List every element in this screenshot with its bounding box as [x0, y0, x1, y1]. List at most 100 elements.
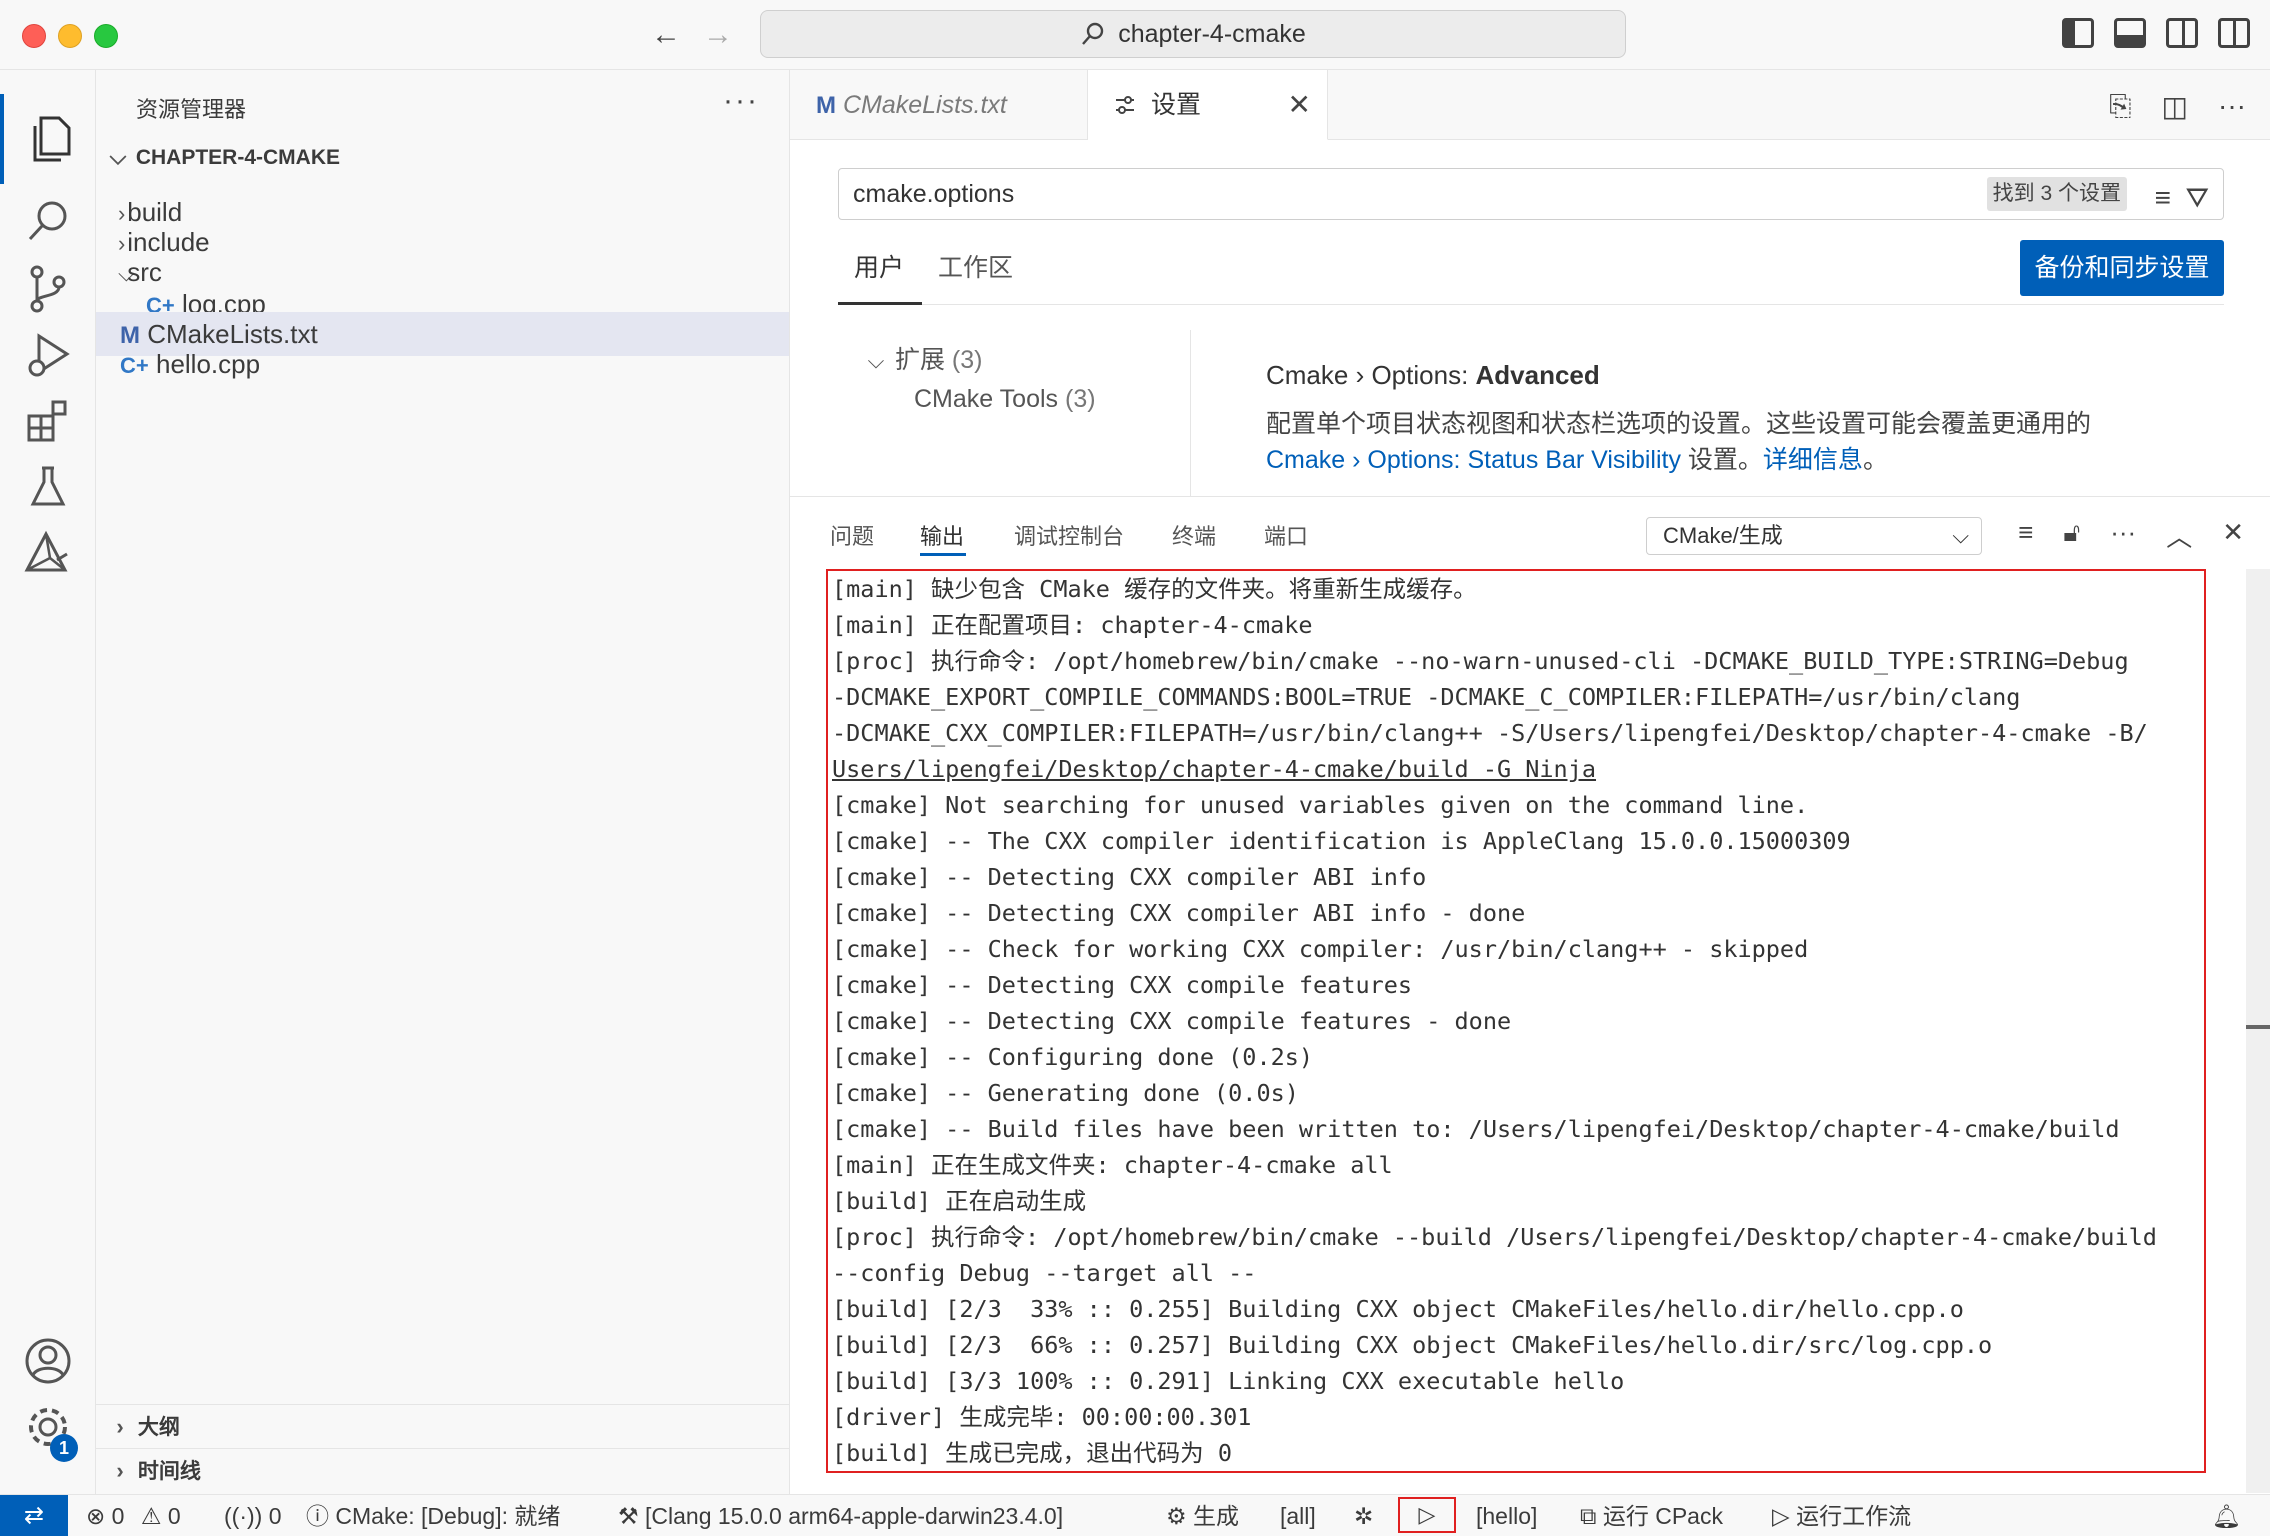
search-result-count: 找到 3 个设置 [1986, 177, 2127, 211]
zoom-window-button[interactable] [94, 24, 118, 48]
panel-actions: ≡ 🔓︎ ··· ︿ ✕ [2018, 517, 2244, 554]
setting-title: Cmake › Options: Advanced [1266, 360, 1600, 391]
output-channel-select[interactable]: CMake/生成 ⌵ [1646, 517, 1982, 555]
backup-sync-button[interactable]: 备份和同步设置 [2020, 240, 2224, 296]
chevron-right-icon: › [116, 1458, 124, 1483]
toggle-primary-sidebar-icon[interactable] [2062, 18, 2094, 48]
setting-desc-text: 配置单个项目状态视图和状态栏选项的设置。这些设置可能会覆盖更通用的 [1266, 410, 2092, 438]
tab-output[interactable]: 输出 [920, 519, 964, 551]
toc-extensions-group[interactable]: ⌵ 扩展 (3) [864, 340, 983, 376]
build-target[interactable]: [all] [1280, 1495, 1316, 1536]
scope-tab-user[interactable]: 用户 [854, 248, 904, 284]
maximize-panel-icon[interactable]: ︿ [2166, 517, 2192, 554]
manage-gear-icon[interactable]: 1 [0, 1382, 96, 1472]
remote-indicator-icon[interactable]: ⇄ [0, 1495, 68, 1536]
output-log[interactable]: [main] 缺少包含 CMake 缓存的文件夹。将重新生成缓存。 [main]… [826, 569, 2206, 1473]
close-panel-icon[interactable]: ✕ [2222, 517, 2244, 554]
output-scrollbar[interactable] [2246, 569, 2270, 1493]
tools-icon: ⚒ [618, 1503, 639, 1529]
toc-cmake-tools[interactable]: CMake Tools (3) [914, 385, 1096, 414]
settings-search-value: cmake.options [853, 180, 1015, 208]
tab-cmakelists[interactable]: M CMakeLists.txt [790, 70, 1088, 140]
cpp-file-icon: C+ [120, 353, 149, 378]
setting-description: 配置单个项目状态视图和状态栏选项的设置。这些设置可能会覆盖更通用的 Cmake … [1266, 406, 2206, 478]
cmake-build[interactable]: ⚙ 生成 [1166, 1495, 1239, 1536]
split-editor-icon[interactable]: ◫ [2162, 90, 2188, 123]
editor-area: M CMakeLists.txt 设置 ✕ ⎘ ◫ ··· cmake.opti… [790, 70, 2270, 496]
scope-tab-workspace[interactable]: 工作区 [938, 248, 1013, 284]
ports-status[interactable]: ((·)) 0 [224, 1495, 281, 1536]
back-arrow-icon[interactable]: ← [646, 16, 686, 54]
more-actions-icon[interactable]: ··· [723, 84, 759, 118]
layout-controls [2062, 18, 2250, 48]
output-line: [cmake] -- Detecting CXX compile feature… [832, 1007, 1512, 1035]
run-cpack[interactable]: ⧉ 运行 CPack [1580, 1495, 1723, 1536]
chevron-down-icon: ⌵ [1952, 523, 1969, 548]
output-line: [build] [2/3 66% :: 0.257] Building CXX … [832, 1331, 1993, 1359]
settings-search-input[interactable]: cmake.options 找到 3 个设置 ≡ ⛛ [838, 168, 2224, 220]
setting-link[interactable]: Cmake › Options: Status Bar Visibility [1266, 446, 1681, 474]
output-line: [cmake] -- Detecting CXX compile feature… [832, 971, 1413, 999]
clear-filter-icon[interactable]: ≡ [2155, 173, 2171, 223]
toc-group-count: (3) [951, 346, 983, 374]
tab-debug-console[interactable]: 调试控制台 [1014, 519, 1124, 551]
tab-problems[interactable]: 问题 [830, 519, 874, 551]
output-line: [driver] 生成完毕: 00:00:00.301 [832, 1403, 1252, 1431]
cpack-label: 运行 CPack [1602, 1503, 1723, 1529]
scope-divider [838, 304, 2224, 305]
tab-terminal[interactable]: 终端 [1172, 519, 1216, 551]
learn-more-link[interactable]: 详细信息 [1763, 446, 1863, 474]
output-line: [build] [3/3 100% :: 0.291] Linking CXX … [832, 1367, 1625, 1395]
minimize-window-button[interactable] [58, 24, 82, 48]
open-settings-json-icon[interactable]: ⎘ [2109, 90, 2131, 123]
clear-output-icon[interactable]: ≡ [2018, 517, 2033, 554]
filter-icon[interactable]: ⛛ [2185, 173, 2209, 223]
status-bar: ⇄ ⊗ 0 ⚠ 0 ((·)) 0 ⓘ CMake: [Debug]: 就绪 ⚒… [0, 1494, 2270, 1536]
toc-group-label: 扩展 [894, 346, 945, 374]
toggle-panel-icon[interactable] [2114, 18, 2146, 48]
bottom-panel: 问题 输出 调试控制台 终端 端口 CMake/生成 ⌵ ≡ 🔓︎ ··· ︿ … [790, 496, 2270, 1494]
lock-scroll-icon[interactable]: 🔓︎ [2063, 517, 2080, 554]
output-line: [build] [2/3 33% :: 0.255] Building CXX … [832, 1295, 1964, 1323]
run-workflow[interactable]: ▷ 运行工作流 [1772, 1495, 1911, 1536]
title-bar: ← → chapter-4-cmake [0, 0, 2270, 70]
active-panel-tab-indicator [920, 553, 966, 556]
editor-actions: ⎘ ◫ ··· [2109, 90, 2246, 123]
warning-icon: ⚠ [140, 1503, 162, 1529]
activity-bar: 1 [0, 70, 96, 1494]
workspace-root[interactable]: ⌵ CHAPTER-4-CMAKE [106, 144, 340, 170]
gear-icon: ⚙ [1166, 1503, 1187, 1529]
launch-target[interactable]: [hello] [1476, 1495, 1537, 1536]
build-label: 生成 [1193, 1503, 1240, 1529]
tree-item-hello-cpp[interactable]: C+ hello.cpp [96, 342, 789, 386]
problems-status[interactable]: ⊗ 0 ⚠ 0 [86, 1495, 181, 1536]
scrollbar-marker [2246, 1025, 2270, 1029]
tab-settings[interactable]: 设置 ✕ [1088, 70, 1328, 140]
launch-play-icon[interactable]: ▷ [1398, 1497, 1456, 1533]
forward-arrow-icon[interactable]: → [698, 16, 738, 54]
cmake-kit[interactable]: ⚒ [Clang 15.0.0 arm64-apple-darwin23.4.0… [618, 1495, 1063, 1536]
close-icon[interactable]: ✕ [1288, 70, 1311, 140]
cmake-icon[interactable] [0, 508, 96, 598]
chevron-right-icon: › [116, 1414, 124, 1439]
customize-layout-icon[interactable] [2218, 18, 2250, 48]
output-line: [cmake] -- Check for working CXX compile… [832, 935, 1809, 963]
output-line: -DCMAKE_EXPORT_COMPILE_COMMANDS:BOOL=TRU… [832, 683, 2021, 711]
outline-section[interactable]: › 大纲 [96, 1404, 789, 1447]
timeline-section[interactable]: › 时间线 [96, 1448, 789, 1491]
command-center[interactable]: chapter-4-cmake [760, 10, 1626, 58]
tab-ports[interactable]: 端口 [1264, 519, 1308, 551]
toggle-secondary-sidebar-icon[interactable] [2166, 18, 2198, 48]
explorer-sidebar: 资源管理器 ··· ⌵ CHAPTER-4-CMAKE › build › in… [96, 70, 790, 1494]
debug-bug-icon[interactable]: ✲ [1354, 1495, 1373, 1536]
explorer-icon[interactable] [0, 94, 96, 184]
sidebar-title: 资源管理器 [136, 97, 247, 122]
output-line: [main] 正在生成文件夹: chapter-4-cmake all [832, 1151, 1393, 1179]
close-window-button[interactable] [22, 24, 46, 48]
more-actions-icon[interactable]: ··· [2218, 90, 2246, 123]
cmake-status[interactable]: ⓘ CMake: [Debug]: 就绪 [306, 1495, 560, 1536]
notifications-bell-icon[interactable]: 🔔︎ [2212, 1495, 2241, 1536]
output-line: [cmake] -- Generating done (0.0s) [832, 1079, 1299, 1107]
more-actions-icon[interactable]: ··· [2110, 517, 2136, 554]
output-channel-value: CMake/生成 [1663, 523, 1783, 548]
